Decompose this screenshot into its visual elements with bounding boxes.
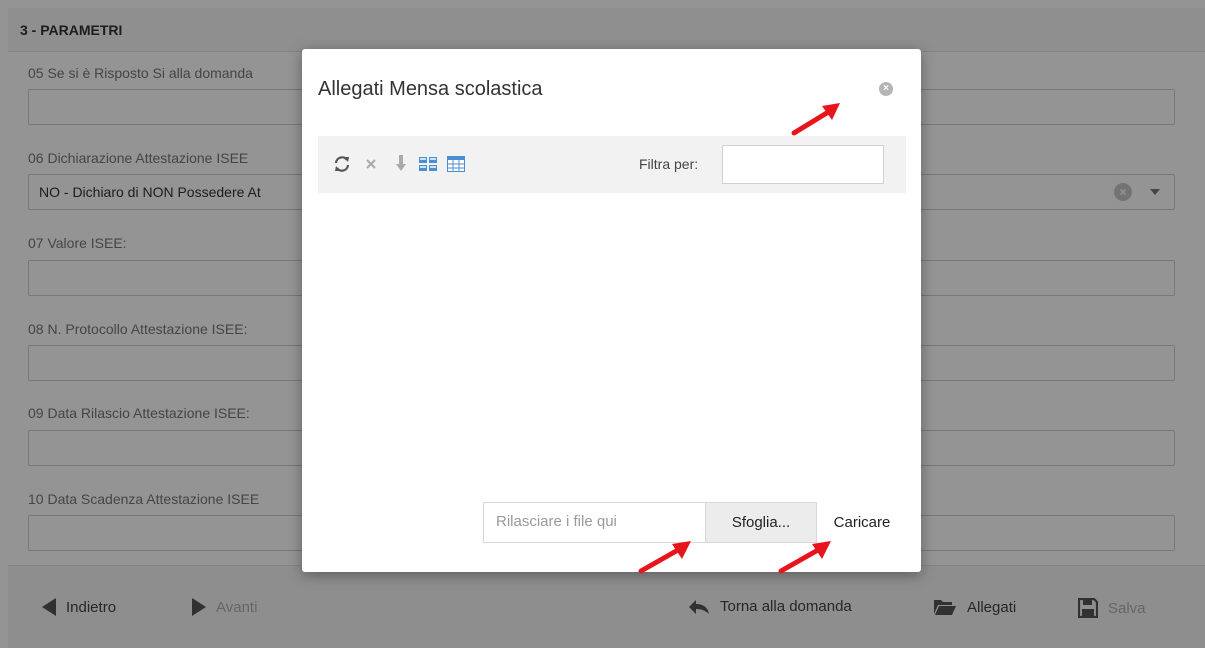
attachments-toolbar: Filtra per:: [318, 136, 906, 193]
grid-view-icon[interactable]: [418, 154, 438, 174]
delete-icon[interactable]: [361, 154, 381, 174]
filter-input[interactable]: [722, 145, 884, 184]
table-view-icon[interactable]: [446, 154, 466, 174]
annotation-arrow-icon: [791, 103, 840, 136]
download-icon[interactable]: [391, 154, 411, 174]
modal-title: Allegati Mensa scolastica: [318, 78, 543, 100]
refresh-icon[interactable]: [332, 154, 352, 174]
close-icon[interactable]: ×: [879, 82, 893, 96]
annotation-arrow-icon: [778, 541, 831, 574]
filter-label: Filtra per:: [639, 156, 699, 172]
annotation-arrow-icon: [638, 541, 691, 574]
